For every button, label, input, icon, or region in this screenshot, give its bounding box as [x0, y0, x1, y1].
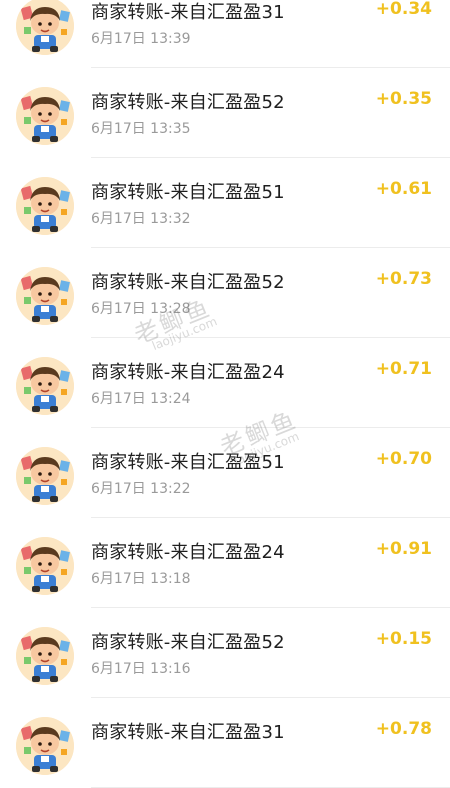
transaction-title: 商家转账-来自汇盈盈52 [91, 272, 285, 293]
transaction-row[interactable]: 商家转账-来自汇盈盈31 +0.78 [0, 698, 450, 788]
transaction-amount: +0.61 [375, 179, 432, 199]
cartoon-boy-avatar-icon [16, 267, 74, 325]
cartoon-boy-avatar-icon [16, 717, 74, 775]
transaction-time: 6月17日 13:18 [91, 571, 191, 587]
transaction-time: 6月17日 13:28 [91, 301, 191, 317]
transaction-amount: +0.71 [375, 359, 432, 379]
transaction-row[interactable]: 商家转账-来自汇盈盈31 6月17日 13:39 +0.34 [0, 0, 450, 68]
transaction-row[interactable]: 商家转账-来自汇盈盈52 6月17日 13:16 +0.15 [0, 608, 450, 698]
transaction-title: 商家转账-来自汇盈盈52 [91, 92, 285, 113]
transaction-amount: +0.70 [375, 449, 432, 469]
transaction-title: 商家转账-来自汇盈盈31 [91, 2, 285, 23]
transaction-row[interactable]: 商家转账-来自汇盈盈52 6月17日 13:28 +0.73 [0, 248, 450, 338]
transaction-amount: +0.34 [375, 0, 432, 19]
transaction-title: 商家转账-来自汇盈盈51 [91, 452, 285, 473]
transaction-amount: +0.91 [375, 539, 432, 559]
transaction-title: 商家转账-来自汇盈盈24 [91, 362, 285, 383]
cartoon-boy-avatar-icon [16, 177, 74, 235]
transaction-time: 6月17日 13:32 [91, 211, 191, 227]
transaction-time: 6月17日 13:24 [91, 391, 191, 407]
transaction-title: 商家转账-来自汇盈盈51 [91, 182, 285, 203]
cartoon-boy-avatar-icon [16, 357, 74, 415]
transaction-row[interactable]: 商家转账-来自汇盈盈24 6月17日 13:18 +0.91 [0, 518, 450, 608]
transaction-amount: +0.73 [375, 269, 432, 289]
transaction-amount: +0.15 [375, 629, 432, 649]
cartoon-boy-avatar-icon [16, 627, 74, 685]
transaction-time: 6月17日 13:39 [91, 31, 191, 47]
transaction-row[interactable]: 商家转账-来自汇盈盈24 6月17日 13:24 +0.71 [0, 338, 450, 428]
transaction-time: 6月17日 13:22 [91, 481, 191, 497]
transaction-amount: +0.78 [375, 719, 432, 739]
transaction-title: 商家转账-来自汇盈盈31 [91, 722, 285, 743]
transaction-amount: +0.35 [375, 89, 432, 109]
transaction-row[interactable]: 商家转账-来自汇盈盈52 6月17日 13:35 +0.35 [0, 68, 450, 158]
transaction-title: 商家转账-来自汇盈盈24 [91, 542, 285, 563]
transaction-row[interactable]: 商家转账-来自汇盈盈51 6月17日 13:22 +0.70 [0, 428, 450, 518]
transaction-list: 商家转账-来自汇盈盈31 6月17日 13:39 +0.34 商家转账-来自汇盈… [0, 0, 450, 788]
transaction-title: 商家转账-来自汇盈盈52 [91, 632, 285, 653]
cartoon-boy-avatar-icon [16, 537, 74, 595]
transaction-time: 6月17日 13:16 [91, 661, 191, 677]
cartoon-boy-avatar-icon [16, 447, 74, 505]
cartoon-boy-avatar-icon [16, 0, 74, 55]
transaction-row[interactable]: 商家转账-来自汇盈盈51 6月17日 13:32 +0.61 [0, 158, 450, 248]
cartoon-boy-avatar-icon [16, 87, 74, 145]
transaction-time: 6月17日 13:35 [91, 121, 191, 137]
